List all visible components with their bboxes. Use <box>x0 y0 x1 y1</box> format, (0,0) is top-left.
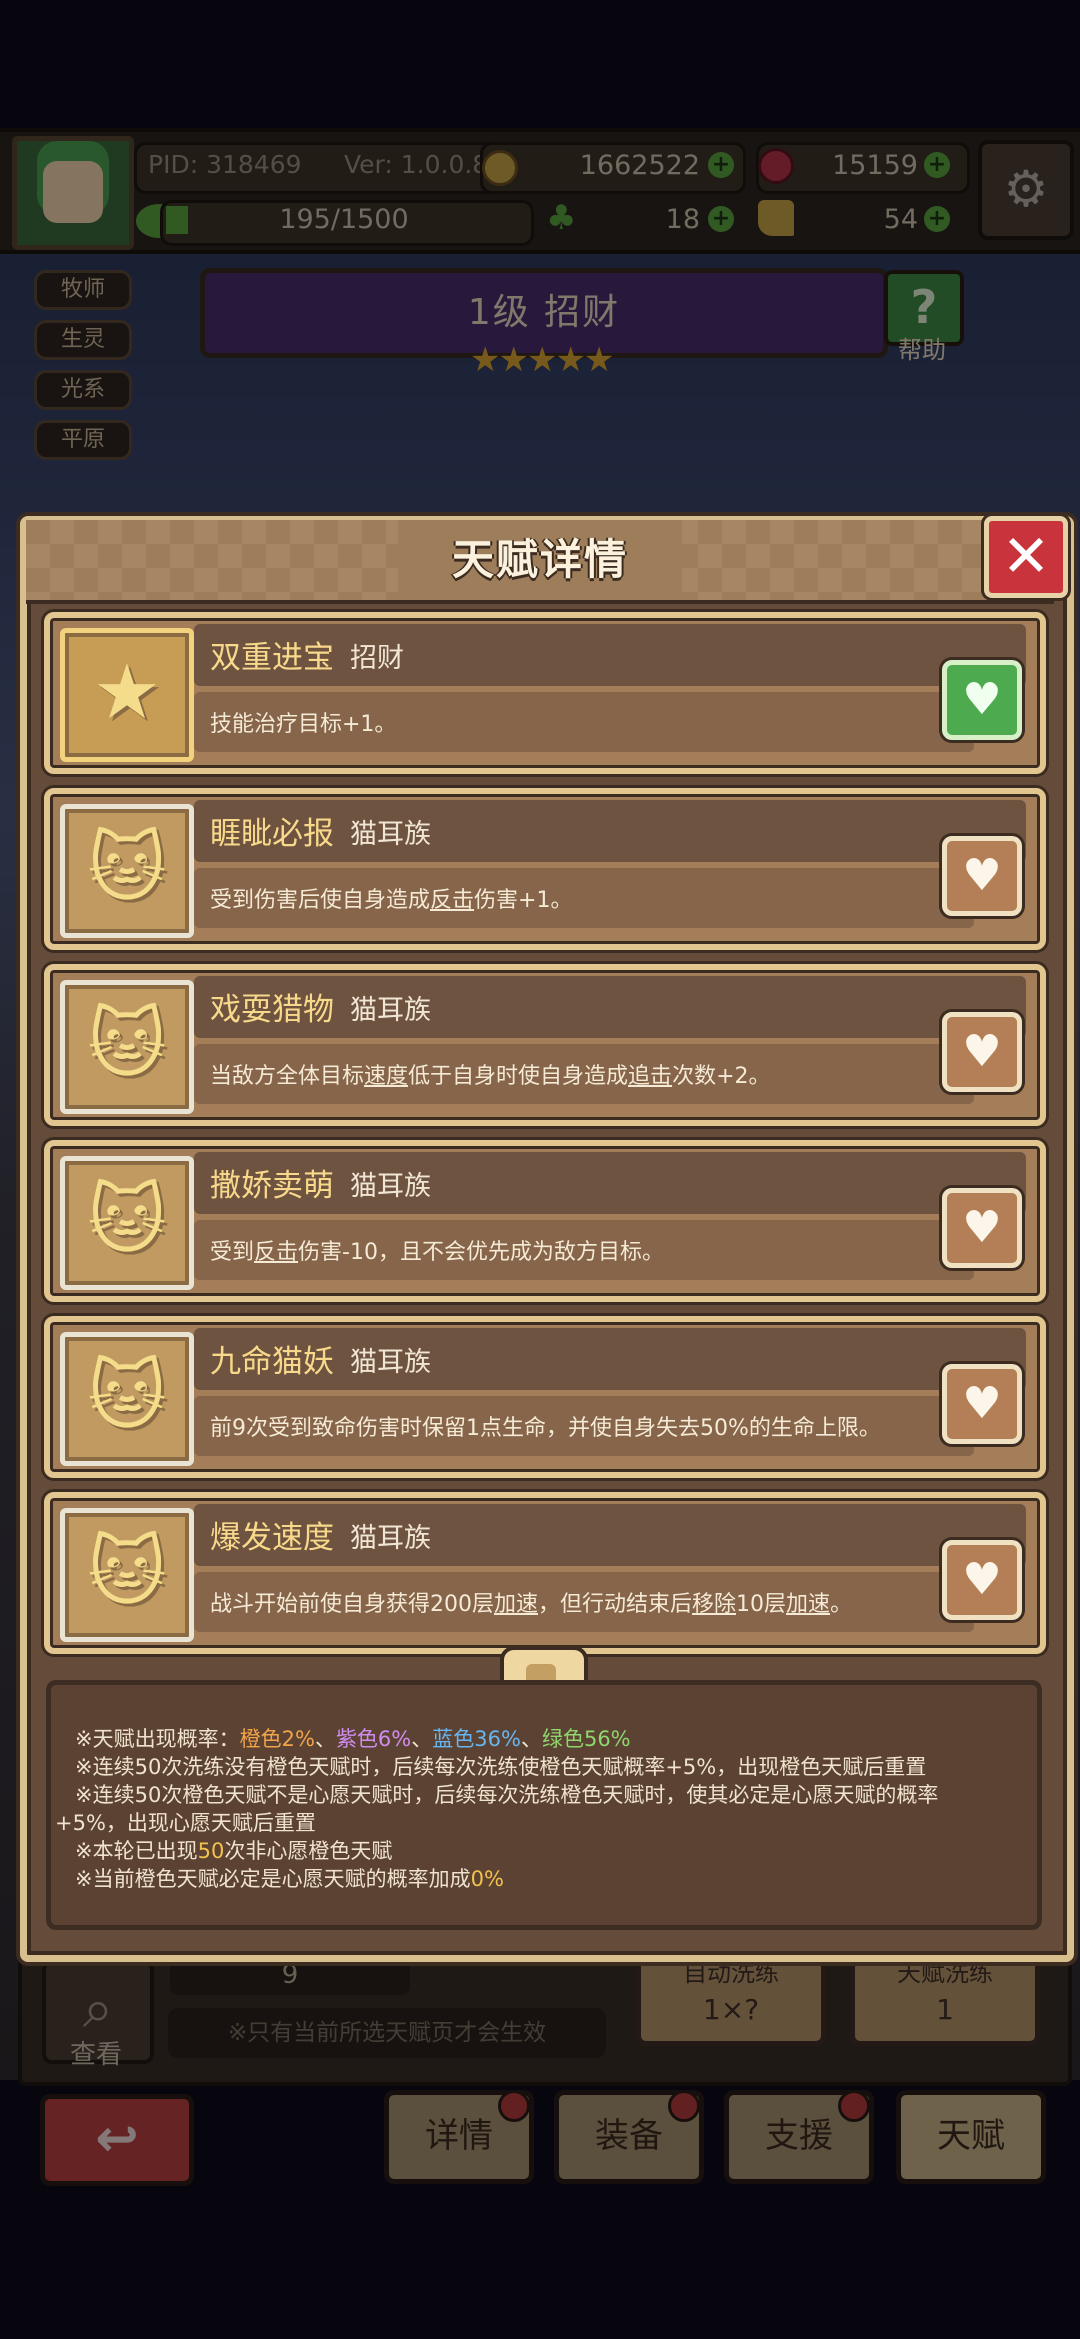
wish-heart-button[interactable]: ♥ <box>942 1188 1022 1268</box>
talent-row: 🐱 睚眦必报 猫耳族受到伤害后使自身造成反击伤害+1。 ♥ <box>44 788 1046 950</box>
talent-icon-frame[interactable]: 🐱 <box>60 1156 194 1290</box>
keyword-link[interactable]: 移除 <box>692 1592 736 1617</box>
talent-row: 🐱 九命猫妖 猫耳族前9次受到致命伤害时保留1点生命，并使自身失去50%的生命上限。… <box>44 1316 1046 1478</box>
talent-row: 🐱 爆发速度 猫耳族战斗开始前使自身获得200层加速，但行动结束后移除10层加速。 ♥ <box>44 1492 1046 1654</box>
close-button[interactable]: ✕ <box>984 516 1068 598</box>
wish-heart-button[interactable]: ♥ <box>942 660 1022 740</box>
star-icon: ★ <box>92 647 162 736</box>
keyword-link[interactable]: 反击 <box>430 888 474 913</box>
talent-description: 技能治疗目标+1。 <box>210 712 397 737</box>
keyword-link[interactable]: 加速 <box>494 1592 538 1617</box>
dialog-title: 天赋详情 <box>451 535 628 584</box>
talent-tribe: 招财 <box>350 643 404 674</box>
talent-icon-frame[interactable]: 🐱 <box>60 1508 194 1642</box>
talent-description: 受到伤害后使自身造成反击伤害+1。 <box>210 888 573 913</box>
talent-tribe: 猫耳族 <box>350 1523 431 1554</box>
info-line-6: ※当前橙色天赋必定是心愿天赋的概率加成0% <box>75 1867 504 1891</box>
cat-icon: 🐱 <box>87 1351 167 1440</box>
talent-description: 受到反击伤害-10，且不会优先成为敌方目标。 <box>210 1240 664 1265</box>
wish-heart-button[interactable]: ♥ <box>942 836 1022 916</box>
talent-icon-frame[interactable]: ★ <box>60 628 194 762</box>
talent-name: 戏耍猎物 <box>210 992 334 1028</box>
wish-heart-button[interactable]: ♥ <box>942 1364 1022 1444</box>
talent-row: ★ 双重进宝 招财技能治疗目标+1。 ♥ <box>44 612 1046 774</box>
talent-description: 前9次受到致命伤害时保留1点生命，并使自身失去50%的生命上限。 <box>210 1416 881 1441</box>
talent-description: 战斗开始前使自身获得200层加速，但行动结束后移除10层加速。 <box>210 1592 853 1617</box>
cat-icon: 🐱 <box>87 999 167 1088</box>
cat-icon: 🐱 <box>87 1527 167 1616</box>
talent-tribe: 猫耳族 <box>350 819 431 850</box>
talent-name: 撒娇卖萌 <box>210 1168 334 1204</box>
info-line-3: ※连续50次橙色天赋不是心愿天赋时，后续每次洗练橙色天赋时，使其必定是心愿天赋的… <box>75 1783 939 1807</box>
keyword-link[interactable]: 速度 <box>364 1064 408 1089</box>
talent-name: 双重进宝 <box>210 640 334 676</box>
cat-icon: 🐱 <box>87 823 167 912</box>
talent-name: 九命猫妖 <box>210 1344 334 1380</box>
talent-tribe: 猫耳族 <box>350 995 431 1026</box>
talent-name: 睚眦必报 <box>210 816 334 852</box>
talent-icon-frame[interactable]: 🐱 <box>60 980 194 1114</box>
info-line-4: +5%，出现心愿天赋后重置 <box>55 1811 316 1835</box>
keyword-link[interactable]: 追击 <box>628 1064 672 1089</box>
talent-name: 爆发速度 <box>210 1520 334 1556</box>
talent-tribe: 猫耳族 <box>350 1347 431 1378</box>
info-line-5: ※本轮已出现50次非心愿橙色天赋 <box>75 1839 393 1863</box>
talent-icon-frame[interactable]: 🐱 <box>60 1332 194 1466</box>
talent-row: 🐱 戏耍猎物 猫耳族当敌方全体目标速度低于自身时使自身造成追击次数+2。 ♥ <box>44 964 1046 1126</box>
cat-icon: 🐱 <box>87 1175 167 1264</box>
probability-info: ※天赋出现概率：橙色2%、紫色6%、蓝色36%、绿色56% ※连续50次洗练没有… <box>46 1680 1042 1930</box>
talent-icon-frame[interactable]: 🐱 <box>60 804 194 938</box>
keyword-link[interactable]: 反击 <box>254 1240 298 1265</box>
wish-heart-button[interactable]: ♥ <box>942 1012 1022 1092</box>
info-line-2: ※连续50次洗练没有橙色天赋时，后续每次洗练使橙色天赋概率+5%，出现橙色天赋后… <box>75 1755 927 1779</box>
rate-line: ※天赋出现概率：橙色2%、紫色6%、蓝色36%、绿色56% <box>75 1727 631 1751</box>
talent-tribe: 猫耳族 <box>350 1171 431 1202</box>
keyword-link[interactable]: 加速 <box>786 1592 830 1617</box>
talent-row: 🐱 撒娇卖萌 猫耳族受到反击伤害-10，且不会优先成为敌方目标。 ♥ <box>44 1140 1046 1302</box>
talent-description: 当敌方全体目标速度低于自身时使自身造成追击次数+2。 <box>210 1064 771 1089</box>
wish-heart-button[interactable]: ♥ <box>942 1540 1022 1620</box>
